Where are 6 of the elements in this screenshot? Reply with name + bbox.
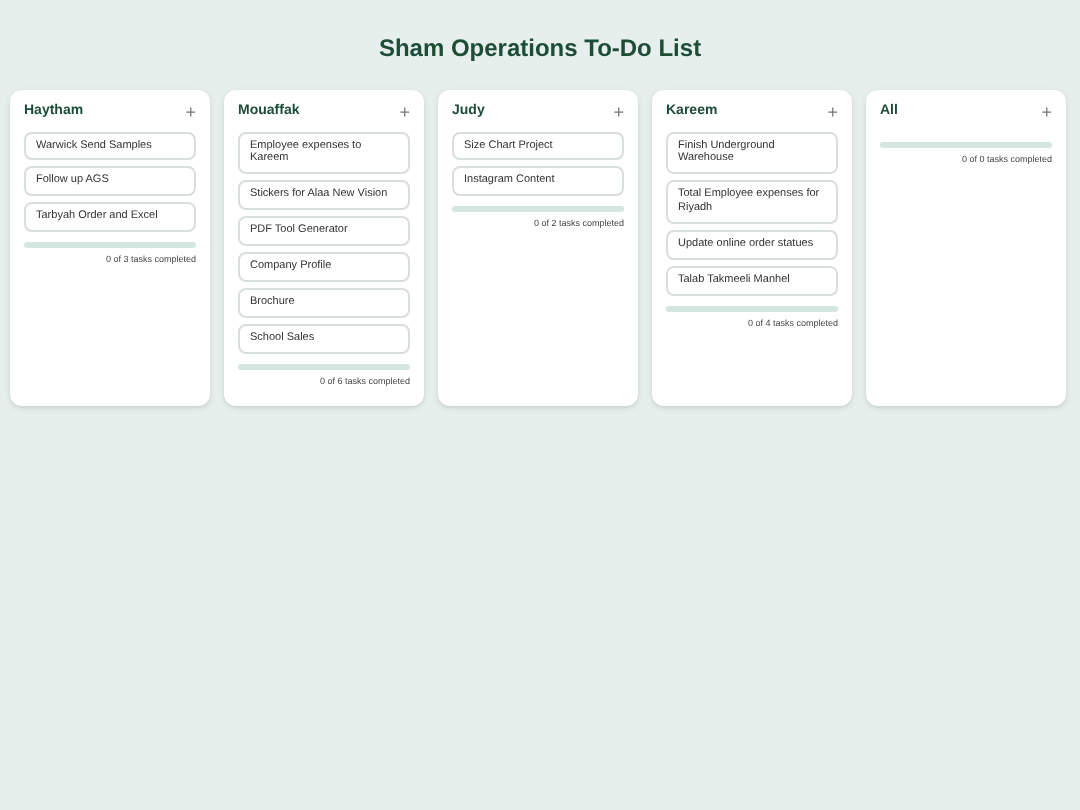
add-button[interactable]: + xyxy=(613,103,624,122)
add-button[interactable]: + xyxy=(399,103,410,122)
add-button[interactable]: + xyxy=(827,103,838,122)
page-title: Sham Operations To-Do List xyxy=(378,32,702,66)
add-button[interactable]: + xyxy=(1041,103,1052,122)
add-button[interactable]: + xyxy=(185,103,196,122)
